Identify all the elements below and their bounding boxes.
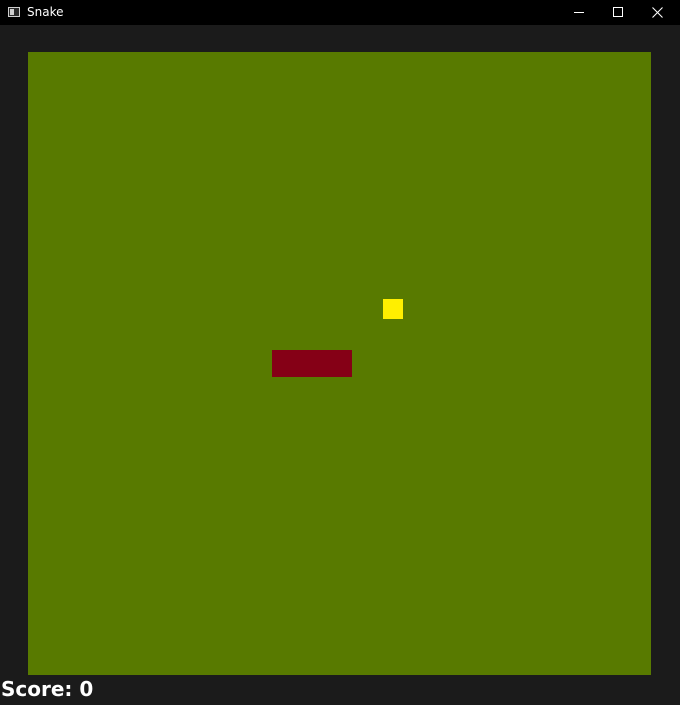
snake-segment (272, 350, 352, 377)
maximize-button[interactable] (599, 0, 639, 25)
window-title: Snake (27, 5, 64, 19)
game-board[interactable] (28, 52, 651, 675)
close-icon (652, 7, 663, 18)
score-label: Score: 0 (1, 677, 94, 701)
title-bar[interactable]: Snake (0, 0, 680, 25)
maximize-icon (613, 7, 623, 17)
minimize-button[interactable] (560, 0, 600, 25)
minimize-icon (574, 12, 584, 13)
window-app-icon (8, 7, 20, 17)
close-button[interactable] (638, 0, 678, 25)
food-pellet (383, 299, 403, 319)
game-window: Snake Score: 0 (0, 0, 680, 705)
